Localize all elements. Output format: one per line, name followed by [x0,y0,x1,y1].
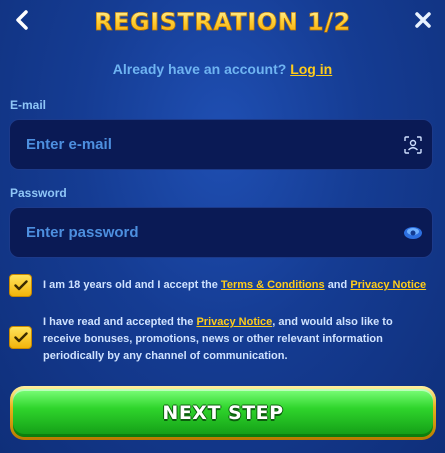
checkmark-icon [13,332,28,343]
age-consent-text: I am 18 years old and I accept the Terms… [43,277,426,294]
age-consent-and: and [327,279,348,291]
marketing-consent-checkbox[interactable] [9,326,32,349]
age-consent-checkbox[interactable] [9,274,32,297]
email-placeholder: Enter e-mail [26,136,112,153]
marketing-consent-prefix: I have read and accepted the [43,316,194,328]
face-scan-icon[interactable] [394,120,432,169]
age-consent-row: I am 18 years old and I accept the Terms… [9,274,435,297]
email-field[interactable]: Enter e-mail [9,119,433,170]
terms-link[interactable]: Terms & Conditions [221,279,325,291]
password-label: Password [10,186,67,200]
age-consent-prefix: I am 18 years old and I accept the [43,279,218,291]
marketing-consent-text: I have read and accepted the Privacy Not… [43,314,413,365]
eye-icon[interactable] [394,208,432,257]
login-link[interactable]: Log in [290,61,332,77]
marketing-consent-row: I have read and accepted the Privacy Not… [9,314,435,365]
privacy-link[interactable]: Privacy Notice [350,279,426,291]
next-step-label: NEXT STEP [162,402,284,424]
password-field[interactable]: Enter password [9,207,433,258]
login-prompt: Already have an account? Log in [0,61,445,77]
page-title: REGISTRATION 1/2 [0,8,445,37]
privacy-link[interactable]: Privacy Notice [196,316,272,328]
next-step-button-face: NEXT STEP [13,389,433,437]
header: REGISTRATION 1/2 [0,0,445,50]
checkmark-icon [13,280,28,291]
next-step-button[interactable]: NEXT STEP [10,386,436,440]
close-icon [415,12,431,28]
login-prompt-text: Already have an account? [112,61,287,77]
password-placeholder: Enter password [26,224,139,241]
close-button[interactable] [409,6,437,34]
email-label: E-mail [10,98,47,112]
